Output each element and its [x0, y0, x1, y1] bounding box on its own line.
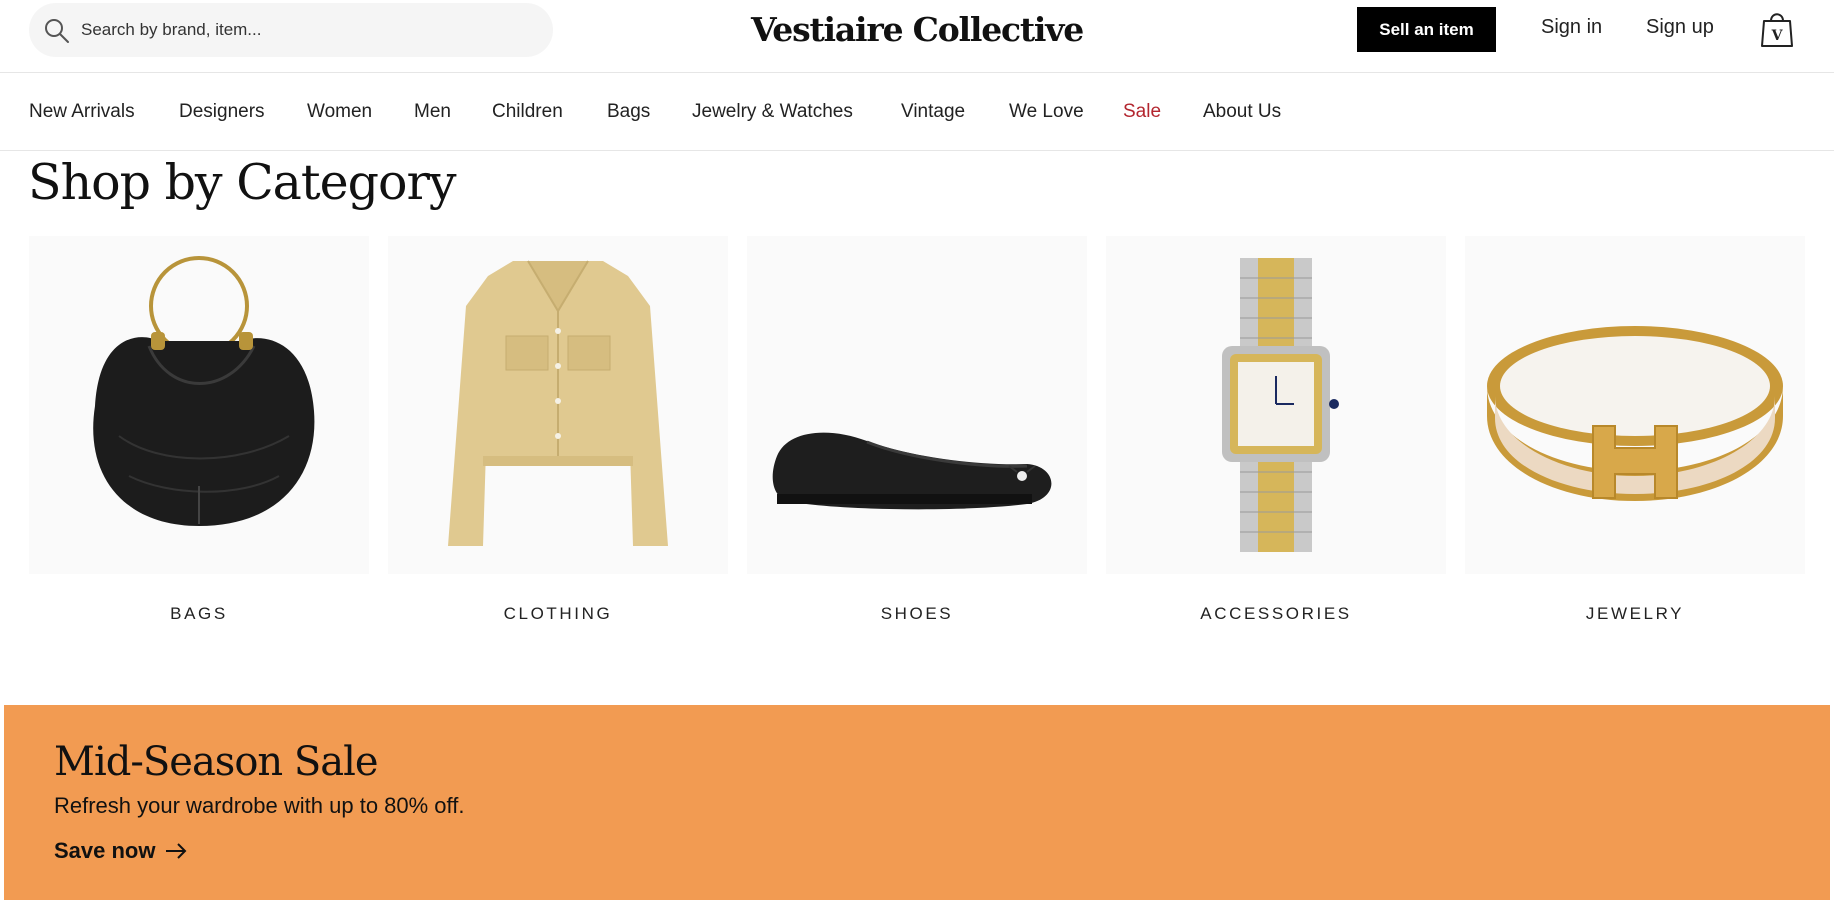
category-label-bags[interactable]: BAGS: [29, 604, 369, 624]
sell-item-button[interactable]: Sell an item: [1357, 7, 1496, 52]
category-card-bags[interactable]: BAGS: [29, 236, 369, 623]
category-card-jewelry[interactable]: JEWELRY: [1465, 236, 1805, 623]
shoe-illustration: [772, 432, 1052, 510]
arrow-right-icon: [166, 843, 187, 859]
nav-item-about-us[interactable]: About Us: [1203, 101, 1281, 123]
category-image-shoes[interactable]: [747, 236, 1087, 574]
sign-up-link[interactable]: Sign up: [1646, 16, 1714, 39]
jacket-illustration: [448, 260, 668, 546]
sale-banner[interactable]: Mid-Season Sale Refresh your wardrobe wi…: [4, 705, 1830, 900]
nav-item-designers[interactable]: Designers: [179, 101, 265, 123]
category-label-accessories[interactable]: ACCESSORIES: [1106, 604, 1446, 624]
svg-text:V: V: [1771, 28, 1784, 44]
category-label-clothing[interactable]: CLOTHING: [388, 604, 728, 624]
category-image-accessories[interactable]: [1106, 236, 1446, 574]
nav-item-sale[interactable]: Sale: [1123, 101, 1161, 123]
category-card-shoes[interactable]: SHOES: [747, 236, 1087, 623]
save-now-link[interactable]: Save now: [54, 838, 187, 864]
section-title: Shop by Category: [28, 154, 457, 211]
nav-item-children[interactable]: Children: [492, 101, 563, 123]
banner-title: Mid-Season Sale: [54, 739, 379, 785]
search-input[interactable]: [81, 3, 521, 57]
bag-illustration: [93, 256, 315, 526]
search-icon: [45, 19, 69, 43]
category-image-jewelry[interactable]: [1465, 236, 1805, 574]
category-label-jewelry[interactable]: JEWELRY: [1465, 604, 1805, 624]
nav-item-men[interactable]: Men: [414, 101, 451, 123]
nav-item-we-love[interactable]: We Love: [1009, 101, 1084, 123]
nav-item-new-arrivals[interactable]: New Arrivals: [29, 101, 135, 123]
main-nav: New Arrivals Designers Women Men Childre…: [0, 73, 1834, 151]
banner-subtitle: Refresh your wardrobe with up to 80% off…: [54, 793, 465, 818]
sign-in-link[interactable]: Sign in: [1541, 16, 1602, 39]
category-card-clothing[interactable]: CLOTHING: [388, 236, 728, 623]
category-label-shoes[interactable]: SHOES: [747, 604, 1087, 624]
nav-item-vintage[interactable]: Vintage: [901, 101, 965, 123]
nav-item-bags[interactable]: Bags: [607, 101, 650, 123]
watch-illustration: [1222, 258, 1339, 552]
nav-item-jewelry-watches[interactable]: Jewelry & Watches: [692, 101, 853, 123]
shopping-bag-icon[interactable]: V: [1760, 9, 1794, 49]
site-logo[interactable]: Vestiaire Collective: [740, 8, 1094, 52]
category-image-clothing[interactable]: [388, 236, 728, 574]
site-header: Vestiaire Collective Sell an item Sign i…: [0, 0, 1834, 73]
bangle-illustration: [1487, 326, 1783, 501]
nav-item-women[interactable]: Women: [307, 101, 372, 123]
category-image-bags[interactable]: [29, 236, 369, 574]
banner-cta-label[interactable]: Save now: [54, 838, 155, 864]
category-card-accessories[interactable]: ACCESSORIES: [1106, 236, 1446, 623]
search-bar[interactable]: [29, 3, 553, 57]
